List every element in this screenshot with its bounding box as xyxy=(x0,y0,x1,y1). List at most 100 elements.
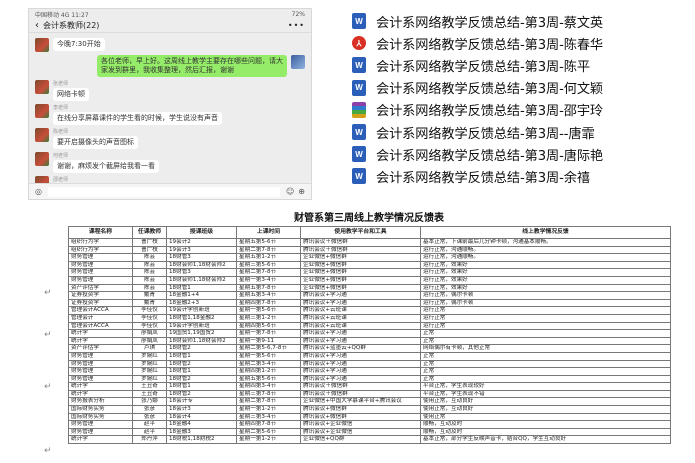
chat-message: 陈老师 要开启摄像头的声音图标 xyxy=(35,128,305,149)
table-cell: 18财会师1,18财会师2 xyxy=(166,336,237,346)
table-cell: 18财管2 xyxy=(166,389,237,399)
file-item[interactable]: W 会计系网络教学反馈总结-第3周-蔡文英 xyxy=(352,10,692,32)
file-name: 会计系网络教学反馈总结-第3周-余禧 xyxy=(376,170,590,186)
table-cell: 星期二第3-4节 xyxy=(236,359,301,369)
table-cell: 星期三第7-8节 xyxy=(236,389,301,399)
table-cell: 财务管理 xyxy=(68,351,133,361)
table-cell: 18财管1 xyxy=(166,351,237,361)
table-cell: 星期五第5-6节 xyxy=(236,238,301,247)
file-item[interactable]: W 会计系网络教学反馈总结-第3周-唐际艳 xyxy=(352,143,692,165)
table-cell: 企业微信+微信群 xyxy=(300,268,421,277)
file-list: W 会计系网络教学反馈总结-第3周-蔡文英 ⅄ 会计系网络教学反馈总结-第3周-陈春华… xyxy=(352,10,692,188)
table-cell: 顺畅，互动及时 xyxy=(420,427,671,437)
table-cell: 财务管理 xyxy=(68,268,133,277)
file-item[interactable]: W 会计系网络教学反馈总结-第3周-陈平 xyxy=(352,54,692,76)
table-cell: 星期三第5-6节 xyxy=(236,260,301,270)
table-cell: 财务管理 xyxy=(68,260,133,270)
table-cell: 基本正常，下课前最后几分钟卡顿，沟通基本顺畅。 xyxy=(420,238,671,247)
table-cell: 19会计3 xyxy=(166,245,237,255)
table-cell: 18财管2 xyxy=(166,374,237,384)
table-cell: 18财管3 xyxy=(166,253,237,262)
table-cell: 18财会师1,18财会师2 xyxy=(166,275,237,285)
report-title: 财管系第三周线上教学情况反馈表 xyxy=(294,213,444,224)
table-cell: 资产评估学 xyxy=(68,344,133,353)
message-bubble: 在线分享屏幕课件的学生看的时候，学生说没有声音 xyxy=(53,112,222,125)
table-cell: 财务管理 xyxy=(68,427,133,437)
table-row: 统计学 王丑奇 18财管1 星期四第3-4节 腾讯会议＋微信群 平台正常，学生表现较好 xyxy=(68,382,671,391)
column-header: 授课班级 xyxy=(166,226,237,239)
paragraph-mark: ↵ xyxy=(44,288,52,298)
table-cell: 曹广枝 xyxy=(132,238,167,247)
table-cell: 顺畅，互动及时 xyxy=(420,420,671,429)
table-row: 统计学 郑丹萍 18财税1,18财税2 星期一第1-2节 企业微信+QQ群 基本正常，部分… xyxy=(68,435,671,445)
table-cell: 正常 xyxy=(420,329,671,338)
avatar[interactable] xyxy=(291,55,305,69)
avatar[interactable] xyxy=(35,152,49,166)
file-name: 会计系网络教学反馈总结-第3周--唐霏 xyxy=(376,126,595,142)
file-item[interactable]: W 会计系网络教学反馈总结-第3周-余禧 xyxy=(352,165,692,187)
table-cell: 使用正常，互动良好 xyxy=(420,405,671,414)
avatar[interactable] xyxy=(35,128,49,142)
message-sender: 何老师 xyxy=(53,153,69,159)
table-cell: 星期二第5-6,7-8节 xyxy=(236,344,301,353)
table-cell: 企业微信+微信群 xyxy=(300,260,421,270)
column-header: 使用教学平台和工具 xyxy=(300,226,421,239)
table-cell: 张乃娜 xyxy=(132,397,167,407)
chat-message: 张老师 网络卡顿 xyxy=(35,80,305,101)
message-sender: 陈老师 xyxy=(53,129,69,135)
avatar[interactable] xyxy=(35,38,49,52)
table-cell: 腾讯会议+微信群 xyxy=(300,412,421,422)
table-cell: 企业微信+微信群 xyxy=(300,275,421,285)
table-cell: 星期一第5-6节 xyxy=(236,306,301,315)
more-icon[interactable]: ••• xyxy=(288,21,305,30)
table-row: 财务管理 陈芸 18财会师1,18财会师2 星期一第3-4节 企业微信+微信群 运行正常，… xyxy=(68,275,671,285)
chat-input[interactable] xyxy=(47,186,280,197)
table-cell: 赵平 xyxy=(132,427,167,437)
table-cell: 18财管2 xyxy=(166,344,237,353)
file-item[interactable]: ⅄ 会计系网络教学反馈总结-第3周-陈春华 xyxy=(352,32,692,54)
table-cell: 腾讯会议＋微信群 xyxy=(300,238,421,247)
table-cell: 组织行为学 xyxy=(68,238,133,247)
avatar[interactable] xyxy=(35,80,49,94)
file-item[interactable]: W 会计系网络教学反馈总结-第3周--唐霏 xyxy=(352,121,692,143)
table-cell: 网络偶尔有卡顿，其他正常 xyxy=(420,344,671,353)
table-cell: 财务管理 xyxy=(68,359,133,369)
file-name: 会计系网络教学反馈总结-第3周-唐际艳 xyxy=(376,148,604,164)
word-file-icon: W xyxy=(352,124,366,141)
chat-title-bar: ‹ 会计系教师(22) ••• xyxy=(29,19,311,33)
table-cell: 财务管理 xyxy=(68,374,133,384)
table-cell: 19会计学创新班 xyxy=(166,306,237,315)
add-icon[interactable]: ⊕ xyxy=(298,187,305,196)
table-row: 国际财务实务 张彦 18会计4 星期三第3-4节 腾讯会议+微信群 使用正常 xyxy=(68,412,671,422)
chat-input-bar: ◎ ☺ ⊕ xyxy=(29,183,311,199)
table-cell: 星期五第7-8节 xyxy=(236,283,301,293)
emoji-icon[interactable]: ☺ xyxy=(286,187,294,196)
table-cell: 使用正常，互动良好 xyxy=(420,397,671,407)
word-file-icon: W xyxy=(352,79,366,96)
file-item[interactable]: W 会计系网络教学反馈总结-第3周-何文颖 xyxy=(352,77,692,99)
avatar[interactable] xyxy=(35,104,49,118)
table-cell: 18财会师1,18财会师2 xyxy=(166,260,237,270)
table-cell: 腾讯会议+学习通 xyxy=(300,291,421,300)
table-cell: 18财管1 xyxy=(166,283,237,293)
table-cell: 王丑奇 xyxy=(132,389,167,399)
table-cell: 18财管1,18金融2 xyxy=(166,313,237,323)
file-item[interactable]: 会计系网络教学反馈总结-第3周-邵宇玲 xyxy=(352,99,692,121)
table-cell: 财务管理 xyxy=(68,275,133,285)
table-cell: 腾讯会议+学习通 xyxy=(300,336,421,346)
table-cell: 腾讯会议+学习通 xyxy=(300,351,421,361)
table-cell: 正常 xyxy=(420,374,671,384)
table-cell: 星期五第3-4节 xyxy=(236,291,301,300)
table-cell: 运行正常，偶尔卡顿 xyxy=(420,298,671,308)
word-file-icon: W xyxy=(352,146,366,163)
table-cell: 星期二第7-8节 xyxy=(236,268,301,277)
voice-icon[interactable]: ◎ xyxy=(35,187,42,196)
table-cell: 廖娟凤 xyxy=(132,329,167,338)
table-cell: 星期五第5-6节 xyxy=(236,374,301,384)
table-cell: 腾讯会议＋微信群 xyxy=(300,245,421,255)
status-right: 72% xyxy=(291,10,305,18)
paragraph-mark: ↵ xyxy=(44,446,52,456)
table-row: 财务管理 赵平 18金融3 星期二第5-6节 腾讯会议+企业微信 顺畅，互动及时 xyxy=(68,427,671,437)
table-cell: 平台正常，学生表现较好 xyxy=(420,382,671,391)
back-arrow-icon[interactable]: ‹ xyxy=(35,20,39,31)
